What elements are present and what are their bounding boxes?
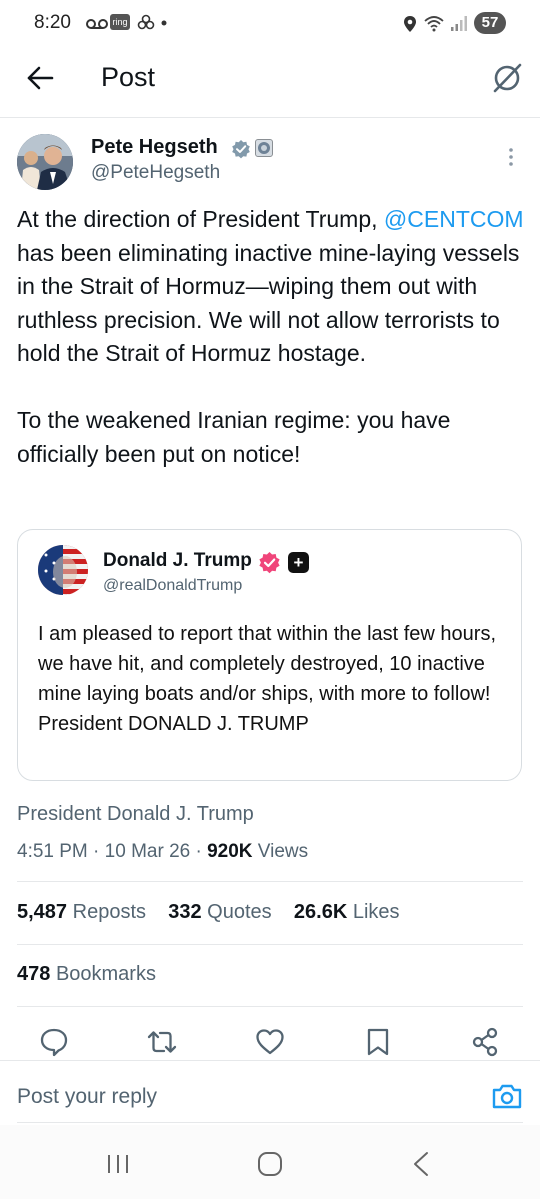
more-vertical-icon: [509, 148, 513, 166]
more-options-button[interactable]: [503, 146, 519, 170]
mention-link[interactable]: @CENTCOM: [384, 206, 524, 232]
recent-apps-icon[interactable]: [105, 1153, 131, 1175]
bookmarks-stat[interactable]: 478 Bookmarks: [17, 963, 156, 986]
reposts-stat[interactable]: 5,487 Reposts: [17, 901, 146, 923]
camera-button[interactable]: [490, 1081, 524, 1111]
post-timestamp: 4:51 PM · 10 Mar 26 · 920K Views: [17, 841, 309, 862]
status-time: 8:20: [34, 12, 71, 33]
bookmark-button[interactable]: [361, 1025, 395, 1059]
reply-icon: [40, 1028, 68, 1057]
reposts-count: 5,487: [17, 901, 68, 923]
seal-icon: [258, 142, 270, 154]
government-badge-icon: [255, 139, 273, 157]
share-button[interactable]: [468, 1025, 502, 1059]
heart-icon: [256, 1029, 284, 1055]
back-button[interactable]: [24, 62, 56, 94]
wifi-icon: [424, 16, 444, 32]
author-avatar-image: [17, 134, 73, 190]
ring-app-icon: ring: [110, 14, 130, 30]
status-bar: 8:20 ring 57: [0, 0, 540, 46]
quoted-post-text: I am pleased to report that within the l…: [38, 623, 502, 735]
home-icon[interactable]: [257, 1151, 283, 1177]
author-handle[interactable]: @PeteHegseth: [91, 162, 220, 184]
location-icon: [404, 16, 416, 32]
share-icon: [472, 1027, 498, 1057]
author-name[interactable]: Pete Hegseth: [91, 136, 218, 159]
pinwheel-icon: [137, 14, 155, 30]
quotes-label: Quotes: [207, 901, 272, 923]
bookmark-icon: [367, 1028, 389, 1056]
views-count: 920K: [207, 841, 253, 862]
header-divider: [0, 117, 540, 118]
signal-icon: [451, 16, 467, 31]
likes-count: 26.6K: [293, 901, 348, 923]
quoted-author-handle: @realDonaldTrump: [103, 577, 243, 594]
stats-divider: [17, 944, 523, 945]
repost-icon: [147, 1031, 177, 1053]
notification-dot-icon: [161, 20, 167, 26]
bookmarks-divider: [17, 1006, 523, 1007]
views-label: Views: [257, 841, 309, 862]
verified-pink-icon: [259, 552, 280, 574]
verified-grey-icon: [232, 140, 250, 159]
page-title: Post: [101, 62, 156, 92]
reply-divider: [17, 1122, 523, 1123]
battery-indicator: 57: [474, 12, 506, 34]
likes-stat[interactable]: 26.6K Likes: [294, 901, 400, 923]
engagement-stats: 5,487 Reposts 332 Quotes 26.6K Likes: [17, 901, 400, 924]
grok-icon: [493, 63, 522, 93]
post-text-part-2: has been eliminating inactive mine-layin…: [17, 239, 520, 467]
quoted-author-avatar: [38, 545, 88, 595]
reply-button[interactable]: [37, 1025, 71, 1059]
post-source: President Donald J. Trump: [17, 803, 254, 825]
actions-divider: [0, 1060, 540, 1061]
post-date: 10 Mar 26: [104, 841, 191, 862]
quoted-author-name: Donald J. Trump: [103, 550, 252, 571]
meta-divider: [17, 881, 523, 882]
back-nav-icon[interactable]: [410, 1151, 432, 1177]
post-text: At the direction of President Trump, @CE…: [17, 203, 529, 471]
voicemail-icon: [86, 19, 108, 29]
reply-input[interactable]: Post your reply: [17, 1085, 157, 1109]
post-text-part-1: At the direction of President Trump,: [17, 206, 384, 232]
post-time: 4:51 PM: [17, 841, 88, 862]
like-button[interactable]: [253, 1025, 287, 1059]
plus-badge-icon: +: [288, 552, 309, 573]
quoted-avatar-image: [38, 545, 88, 595]
bookmarks-label: Bookmarks: [55, 963, 156, 985]
system-nav-bar: [0, 1125, 540, 1199]
camera-icon: [492, 1084, 522, 1109]
repost-button[interactable]: [145, 1025, 179, 1059]
grok-button[interactable]: [490, 61, 524, 95]
quotes-count: 332: [168, 901, 202, 923]
likes-label: Likes: [352, 901, 400, 923]
reposts-label: Reposts: [72, 901, 146, 923]
quotes-stat[interactable]: 332 Quotes: [168, 901, 271, 923]
arrow-left-icon: [27, 66, 54, 90]
author-avatar[interactable]: [17, 134, 73, 190]
bookmarks-count: 478: [17, 963, 51, 985]
